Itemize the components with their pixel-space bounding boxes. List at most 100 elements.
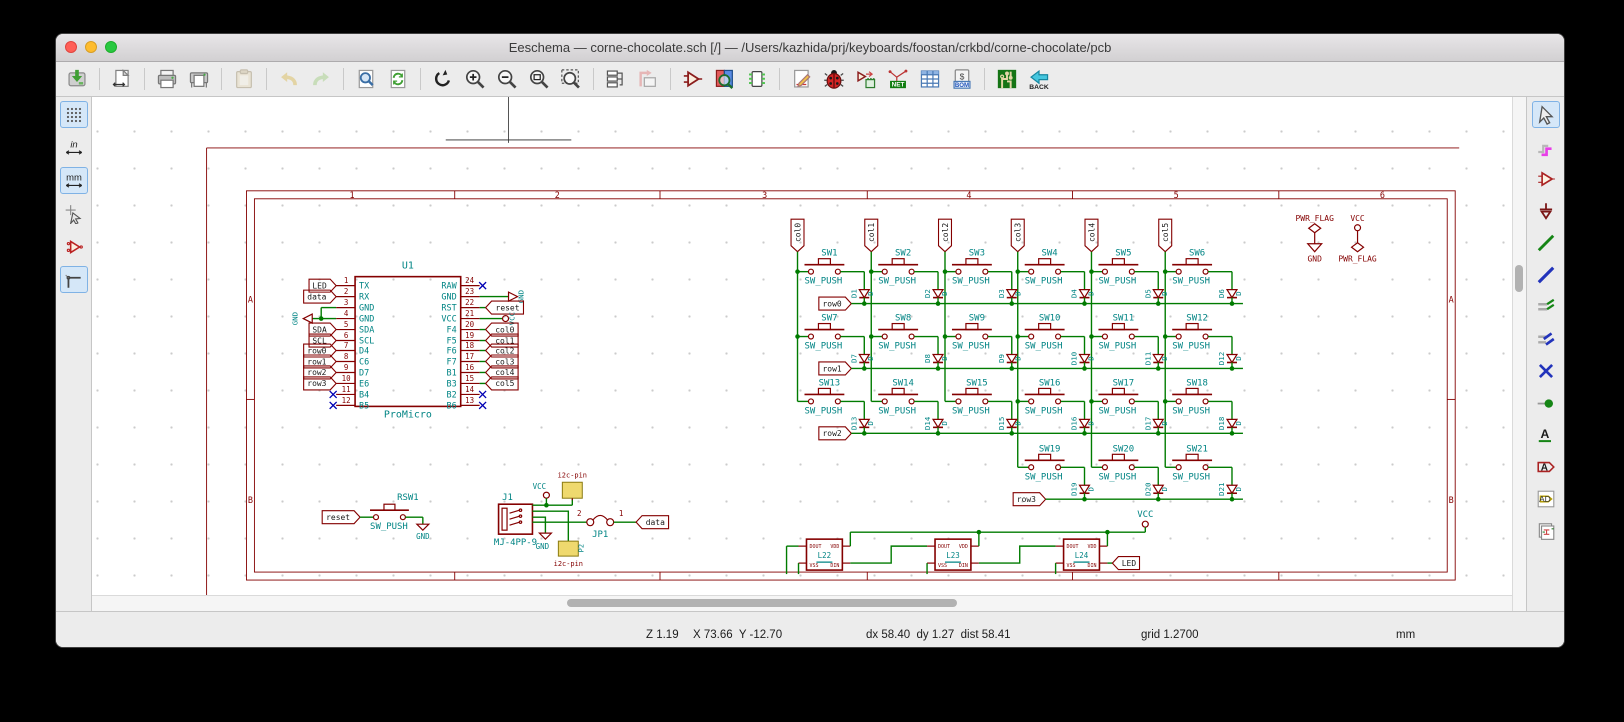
toolbar-separator [670, 68, 671, 90]
netlist-button[interactable]: NET [883, 64, 913, 94]
horizontal-scrollbar[interactable] [92, 595, 1512, 611]
symbol-editor-button[interactable] [678, 64, 708, 94]
svg-text:SW_PUSH: SW_PUSH [1098, 406, 1136, 416]
titlebar[interactable]: Eeschema — corne-chocolate.sch [/] — /Us… [56, 34, 1564, 62]
grid-toggle-button[interactable] [59, 101, 88, 128]
svg-text:D11: D11 [1143, 352, 1152, 366]
place-wire-button[interactable] [1532, 229, 1560, 256]
zoom-out-button[interactable] [492, 64, 522, 94]
svg-text:SW8: SW8 [895, 314, 911, 324]
save-button[interactable] [62, 64, 92, 94]
svg-text:4: 4 [344, 309, 349, 318]
svg-text:reset: reset [496, 303, 520, 312]
annotate-button[interactable] [787, 64, 817, 94]
svg-text:SW_PUSH: SW_PUSH [1025, 277, 1063, 287]
svg-text:SW15: SW15 [966, 378, 988, 388]
svg-text:SW_PUSH: SW_PUSH [1098, 342, 1136, 352]
svg-text:2: 2 [555, 190, 560, 200]
units-mm-button[interactable]: mm [59, 167, 88, 194]
right-toolbar: A A AD [1526, 97, 1564, 611]
svg-text:P2: P2 [577, 544, 585, 552]
footprint-chooser-button[interactable] [742, 64, 772, 94]
paste-button[interactable] [229, 64, 259, 94]
key-matrix[interactable]: col0 col1 col2 col3 col4 col5 row0 SW1 SW_PUSH D1… [790, 218, 1243, 507]
svg-text:SW16: SW16 [1039, 378, 1061, 388]
svg-text:13: 13 [465, 396, 474, 405]
place-hier-sheet-button[interactable] [1532, 517, 1560, 544]
svg-text:2: 2 [577, 509, 581, 518]
place-symbol-button[interactable] [1532, 165, 1560, 192]
back-import-button[interactable]: BACK [1024, 64, 1054, 94]
horizontal-scrollbar-thumb[interactable] [567, 599, 957, 608]
symbol-fields-table-button[interactable] [915, 64, 945, 94]
find-replace-button[interactable] [383, 64, 413, 94]
find-button[interactable] [351, 64, 381, 94]
svg-text:B: B [248, 495, 253, 505]
svg-text:SCL: SCL [359, 336, 374, 346]
place-junction-button[interactable] [1532, 389, 1560, 416]
place-power-button[interactable] [1532, 197, 1560, 224]
place-label-icon: A [1538, 426, 1551, 442]
svg-text:D1: D1 [849, 289, 858, 298]
leave-sheet-button[interactable] [633, 64, 663, 94]
mcu-symbol[interactable]: U1 ProMicro 1 TX LED 2 RX data 3 GND 4 GND 5 SDA SDA 6 S… [290, 261, 525, 421]
sheet-settings-button[interactable] [107, 64, 137, 94]
bus-to-bus-button[interactable] [1532, 325, 1560, 352]
led-chain[interactable]: L22DOUT VDDVSS DINL23DOUT VDDVSS DINL24DOUT V… [785, 510, 1154, 575]
zoom-fit-button[interactable] [524, 64, 554, 94]
hierarchy-navigator-button[interactable] [601, 64, 631, 94]
svg-text:SW4: SW4 [1042, 249, 1058, 259]
svg-text:SW_PUSH: SW_PUSH [952, 277, 990, 287]
trrs-jack[interactable]: J1 MJ-4PP-9 VCC i2c-pin i2c-pin P2 GND JP1 2 1 dat… [494, 471, 670, 568]
svg-text:SW1: SW1 [821, 249, 837, 259]
zoom-selection-button[interactable] [556, 64, 586, 94]
place-global-label-button[interactable]: A [1532, 453, 1560, 480]
plot-button[interactable] [184, 64, 214, 94]
units-in-button[interactable]: in [60, 134, 88, 161]
highlight-net-button[interactable] [1532, 133, 1560, 160]
svg-text:GND: GND [359, 303, 374, 313]
place-hier-label-button[interactable]: AD [1532, 485, 1560, 512]
svg-text:D16: D16 [1070, 416, 1079, 430]
hier-label-icon-letters: AD [1539, 493, 1551, 503]
toolbar-separator [420, 68, 421, 90]
svg-text:6: 6 [344, 331, 349, 340]
assign-footprints-button[interactable] [851, 64, 881, 94]
undo-button[interactable] [274, 64, 304, 94]
status-bar: Z 1.19 X 73.66 Y -12.70 dx 58.40 dy 1.27… [56, 611, 1564, 647]
hidden-pins-button[interactable] [60, 233, 88, 260]
redraw-button[interactable] [428, 64, 458, 94]
redo-button[interactable] [306, 64, 336, 94]
print-button[interactable] [152, 64, 182, 94]
zoom-in-button[interactable] [460, 64, 490, 94]
erc-button[interactable] [819, 64, 849, 94]
footprint-chooser-icon [749, 71, 765, 87]
status-zoom: Z 1.19 [646, 629, 679, 641]
reset-switch[interactable]: reset RSW1 SW_PUSH GND [321, 493, 431, 541]
svg-text:17: 17 [465, 352, 474, 361]
schematic-canvas[interactable]: 1 2 3 4 5 6 A A B B U1 ProMicro 1 TX LED 2 RX data 3 GND 4 GN… [92, 97, 1512, 596]
vertical-scrollbar[interactable] [1512, 97, 1526, 611]
vertical-scrollbar-thumb[interactable] [1515, 265, 1523, 292]
no-connect-button[interactable] [1532, 357, 1560, 384]
svg-text:D9: D9 [997, 354, 1006, 363]
svg-text:SW_PUSH: SW_PUSH [805, 406, 843, 416]
ortho-wires-button[interactable] [59, 266, 88, 293]
cursor-button[interactable] [1531, 101, 1560, 128]
undo-icon [281, 72, 297, 86]
power-flags[interactable]: PWR_FLAG GND VCC PWR_FLAG [1296, 214, 1377, 264]
pcbnew-button[interactable] [992, 64, 1022, 94]
schematic-svg[interactable]: 1 2 3 4 5 6A AB BU1ProMicro1 TXLED2 RXdata3 GND4 GN… [92, 97, 1512, 596]
svg-text:D7: D7 [849, 354, 858, 363]
place-bus-button[interactable] [1532, 261, 1560, 288]
bom-button[interactable]: $ BOM [947, 64, 977, 94]
place-label-button[interactable]: A [1532, 421, 1560, 448]
wire-to-bus-button[interactable] [1532, 293, 1560, 320]
cursor-shape-button[interactable] [60, 200, 88, 227]
svg-text:9: 9 [344, 363, 348, 372]
svg-text:J1: J1 [502, 493, 513, 503]
symbol-browser-button[interactable] [710, 64, 740, 94]
svg-text:D4: D4 [1070, 289, 1079, 299]
svg-text:F7: F7 [447, 356, 457, 366]
cursor-crosshair [445, 97, 572, 143]
